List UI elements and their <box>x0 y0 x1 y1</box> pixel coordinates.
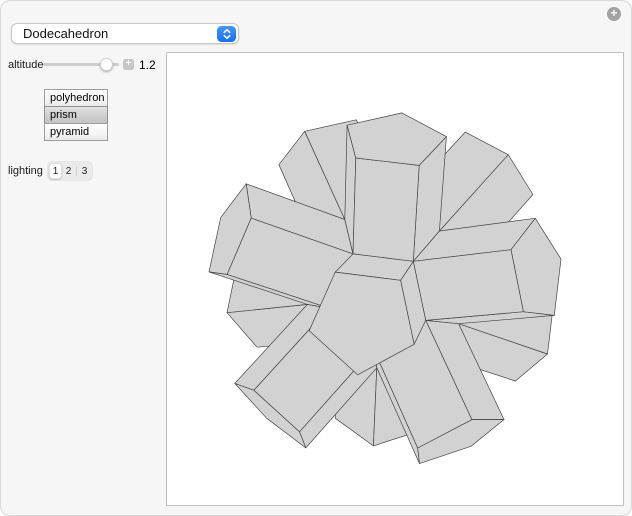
polyhedron-faces <box>208 112 562 464</box>
shape-button-pyramid[interactable]: pyramid <box>44 123 108 141</box>
altitude-label: altitude <box>8 59 44 71</box>
polyhedron-dropdown[interactable]: Dodecahedron <box>11 23 239 44</box>
shape-button-group: polyhedron prism pyramid <box>44 89 108 141</box>
manipulate-window: Dodecahedron altitude 1.2 polyhedron pri… <box>0 0 632 516</box>
lighting-segment-2[interactable]: 2 <box>62 163 75 179</box>
chevron-up-down-icon <box>217 25 236 42</box>
altitude-value: 1.2 <box>139 58 156 72</box>
polyhedron-dropdown-value: Dodecahedron <box>23 26 109 41</box>
lighting-segment-3[interactable]: 3 <box>78 163 91 179</box>
expand-options-icon[interactable] <box>607 7 621 21</box>
augmented-dodecahedron-3d-view[interactable] <box>167 53 623 505</box>
segment-separator <box>76 166 77 176</box>
lighting-segment-1[interactable]: 1 <box>49 163 62 179</box>
lighting-label: lighting <box>8 165 43 177</box>
altitude-slider-thumb[interactable] <box>100 58 113 71</box>
shape-button-polyhedron[interactable]: polyhedron <box>44 89 108 107</box>
graphics-area[interactable] <box>166 52 624 506</box>
altitude-stepper-button[interactable] <box>123 59 134 70</box>
lighting-segmented-control: 1 2 3 <box>47 161 93 181</box>
shape-button-prism[interactable]: prism <box>44 106 108 124</box>
